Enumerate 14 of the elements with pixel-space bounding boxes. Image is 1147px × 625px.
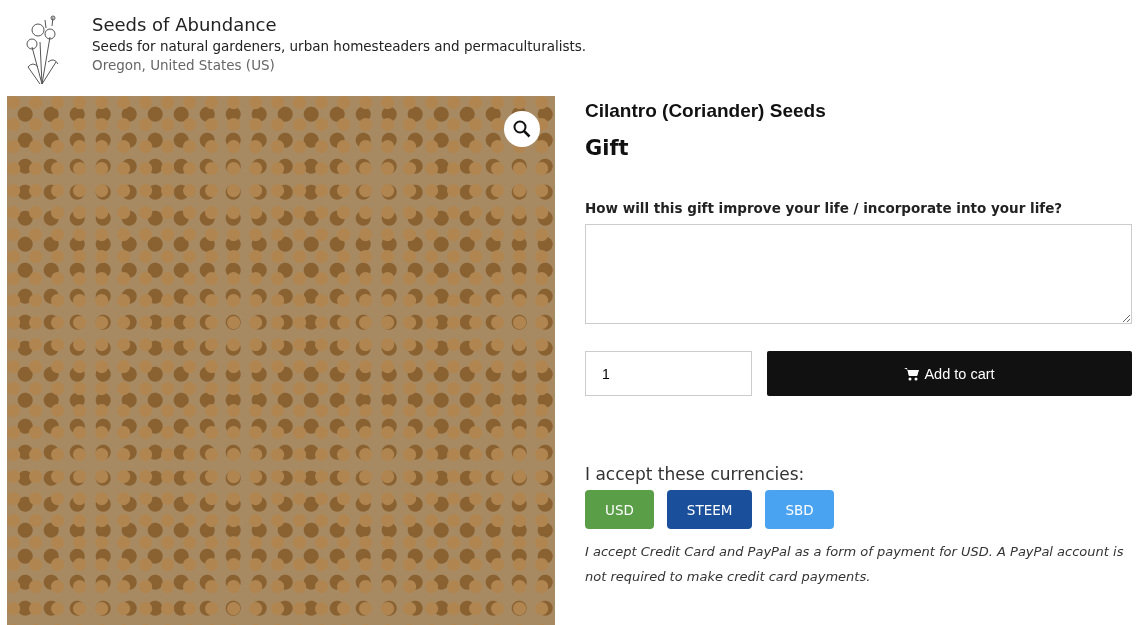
quantity-field[interactable]: 1 <box>585 351 752 396</box>
currency-button[interactable]: STEEM <box>666 490 753 529</box>
question-label: How will this gift improve your life / incorporate into your life? <box>585 200 1064 216</box>
product-subtitle: Gift <box>585 136 630 160</box>
zoom-button[interactable] <box>504 111 540 147</box>
site-location: Oregon, United States (US) <box>92 57 276 73</box>
search-icon <box>513 120 531 138</box>
cart-icon <box>904 366 920 381</box>
site-tagline: Seeds for natural gardeners, urban homesteaders and permaculturalists. <box>92 38 587 54</box>
product-title: Cilantro (Coriander) Seeds <box>585 100 827 122</box>
payment-note: I accept Credit Card and PayPal as a form of payment for USD. A PayPal account is not required to make credit card payments. <box>585 543 1125 586</box>
site-name[interactable]: Seeds of Abundance <box>92 14 587 35</box>
currencies-heading: I accept these currencies: <box>585 464 806 484</box>
add-to-cart-button[interactable]: Add to cart <box>767 351 1132 396</box>
